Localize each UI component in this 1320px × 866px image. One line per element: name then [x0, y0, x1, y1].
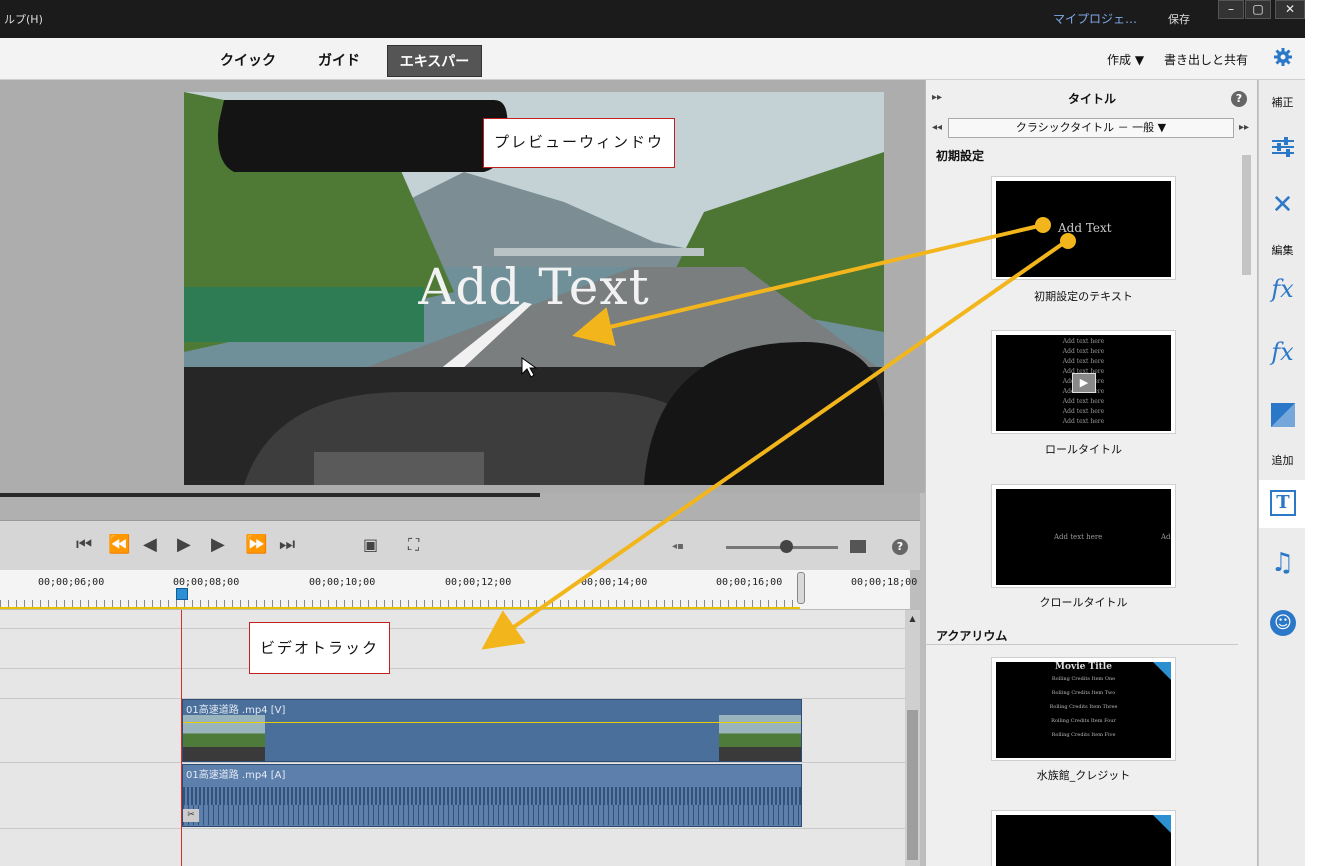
arrow-to-track	[481, 238, 1070, 650]
arrow-origin-dot	[1060, 233, 1076, 249]
app-window: ルプ(H) マイプロジェ… 保存 – ▢ ✕ クイック ガイド エキスパート 作…	[0, 0, 1320, 866]
mouse-cursor-icon	[521, 357, 538, 378]
arrow-origin-dot	[1035, 217, 1051, 233]
annotation-arrows	[481, 217, 1076, 650]
arrow-to-preview	[572, 223, 1044, 347]
